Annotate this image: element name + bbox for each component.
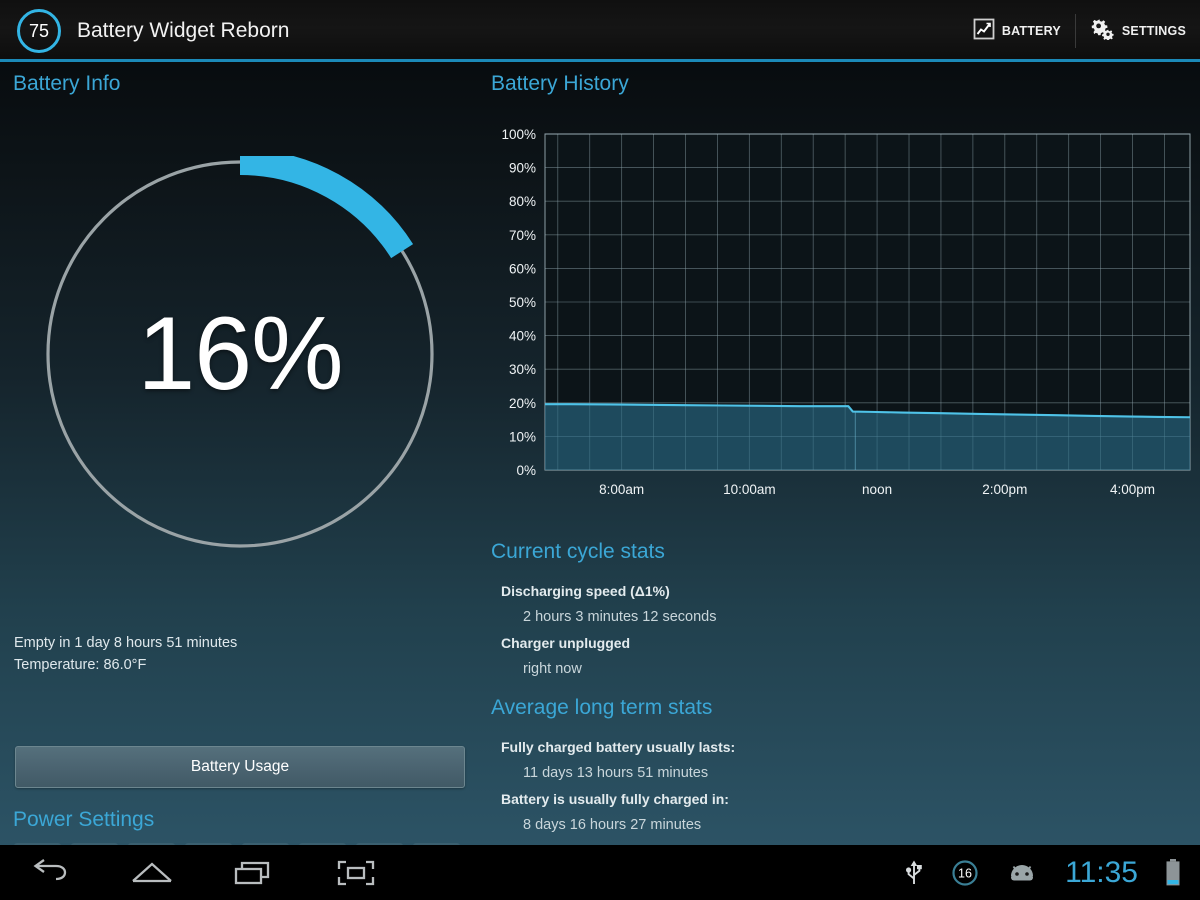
battery-history-chart[interactable]: 0% 10% 20% 30% 40% 50% 60% 70% 80% 90% 100% 8:00am 1… [485, 120, 1200, 500]
action-bar-actions: BATTERY SETTINGS [959, 0, 1200, 62]
svg-text:10%: 10% [509, 429, 536, 444]
battery-percent-label: 16% [137, 295, 343, 412]
average-long-term-stats-list: Fully charged battery usually lasts: 11 … [501, 734, 1101, 838]
battery-history-panel: Battery History 0% 10% 20% 30% 40% 50% 60% 70% 8… [485, 62, 1200, 845]
svg-text:0%: 0% [516, 463, 536, 478]
battery-history-title: Battery History [491, 72, 629, 95]
svg-text:noon: noon [862, 482, 892, 497]
svg-text:16: 16 [958, 866, 972, 880]
app-title: Battery Widget Reborn [77, 19, 290, 42]
system-navigation-bar: 16 11:35 [0, 845, 1200, 900]
stat-value: 11 days 13 hours 51 minutes [523, 765, 709, 781]
svg-text:90%: 90% [509, 161, 536, 176]
action-bar: 75 Battery Widget Reborn BATTERY SETTING… [0, 0, 1200, 62]
average-long-term-stats-title: Average long term stats [491, 696, 713, 719]
system-clock[interactable]: 11:35 [1065, 856, 1138, 890]
empty-in-text: Empty in 1 day 8 hours 51 minutes [14, 635, 238, 651]
svg-text:40%: 40% [509, 329, 536, 344]
chart-line-icon [973, 18, 995, 45]
svg-text:60%: 60% [509, 261, 536, 276]
stat-value: 8 days 16 hours 27 minutes [523, 817, 702, 833]
content-area: Battery Info 16% Empty in 1 day 8 hours … [0, 62, 1200, 845]
settings-action-label: SETTINGS [1121, 24, 1186, 38]
system-status-icons: 16 11:35 [903, 856, 1200, 890]
app-root: 75 Battery Widget Reborn BATTERY SETTING… [0, 0, 1200, 900]
home-button[interactable] [124, 853, 180, 893]
back-button[interactable] [22, 853, 78, 893]
system-nav-buttons [22, 853, 384, 893]
settings-action-button[interactable]: SETTINGS [1076, 0, 1200, 62]
stat-key: Fully charged battery usually lasts: [501, 739, 736, 755]
usb-icon[interactable] [903, 859, 925, 887]
gear-icon [1090, 17, 1115, 45]
battery-action-button[interactable]: BATTERY [959, 0, 1075, 62]
current-cycle-stats-title: Current cycle stats [491, 540, 665, 563]
battery-left-stats: Empty in 1 day 8 hours 51 minutes Temper… [14, 632, 466, 676]
battery-info-panel: Battery Info 16% Empty in 1 day 8 hours … [0, 62, 480, 845]
battery-usage-button-label: Battery Usage [190, 758, 290, 775]
stat-key: Discharging speed (Δ1%) [501, 583, 670, 599]
stat-value: right now [523, 661, 582, 677]
power-settings-title: Power Settings [13, 808, 155, 831]
stat-value: 2 hours 3 minutes 12 seconds [523, 609, 717, 625]
app-logo[interactable]: 75 [17, 9, 61, 53]
battery-icon[interactable] [1164, 858, 1182, 888]
battery-usage-button[interactable]: Battery Usage [15, 746, 465, 788]
screenshot-button[interactable] [328, 853, 384, 893]
svg-text:4:00pm: 4:00pm [1110, 482, 1155, 497]
svg-text:8:00am: 8:00am [599, 482, 644, 497]
battery-info-title: Battery Info [13, 72, 121, 95]
recent-apps-button[interactable] [226, 853, 282, 893]
temperature-text: Temperature: 86.0°F [14, 657, 147, 673]
logo-value: 75 [28, 20, 50, 41]
svg-text:10:00am: 10:00am [723, 482, 776, 497]
svg-text:80%: 80% [509, 194, 536, 209]
svg-text:20%: 20% [509, 396, 536, 411]
stat-key: Battery is usually fully charged in: [501, 791, 729, 807]
svg-text:50%: 50% [509, 295, 536, 310]
notification-count-badge[interactable]: 16 [951, 859, 979, 887]
svg-text:2:00pm: 2:00pm [982, 482, 1027, 497]
battery-gauge: 16% [42, 156, 438, 552]
android-head-icon [1005, 861, 1039, 885]
battery-action-label: BATTERY [1001, 24, 1061, 38]
svg-text:70%: 70% [509, 228, 536, 243]
svg-text:100%: 100% [501, 127, 536, 142]
current-cycle-stats-list: Discharging speed (Δ1%) 2 hours 3 minute… [501, 578, 1101, 682]
stat-key: Charger unplugged [501, 635, 631, 651]
svg-text:30%: 30% [509, 362, 536, 377]
